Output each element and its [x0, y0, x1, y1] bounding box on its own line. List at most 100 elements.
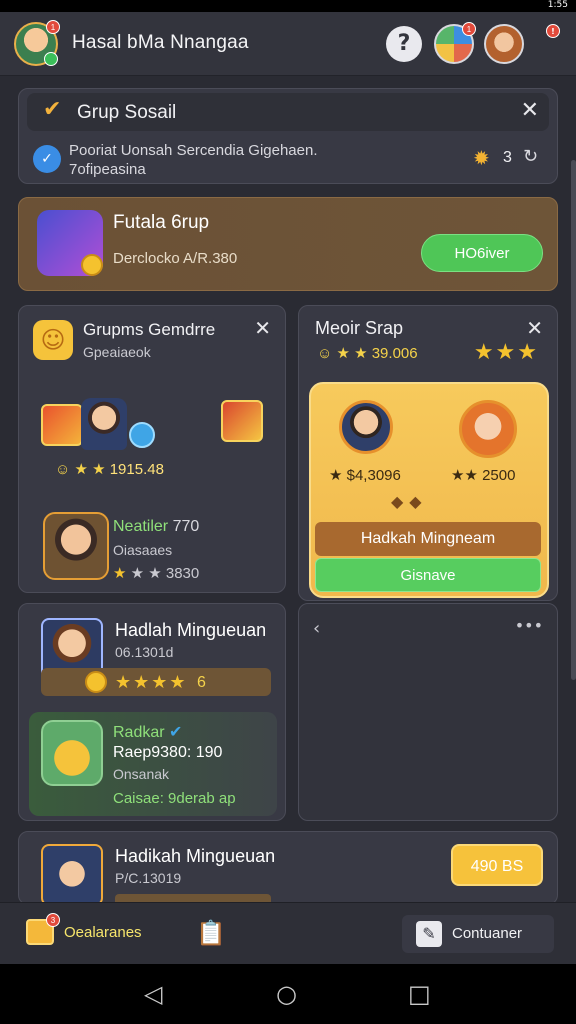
smile-icon: ☺	[33, 320, 73, 360]
chevron-left-icon[interactable]: ‹	[313, 618, 320, 639]
member-avatar[interactable]	[41, 844, 103, 904]
detail-rating-value: 39.006	[371, 345, 418, 362]
apps-badge: 1	[462, 22, 476, 36]
group-count: 3	[503, 149, 512, 166]
coin-icon	[81, 254, 103, 276]
profile-avatar[interactable]	[484, 24, 524, 64]
weekly-member-value: Raep9380: 190	[113, 744, 223, 761]
members-subtitle: Gpeaiaeok	[83, 344, 151, 360]
status-time: 1:55	[547, 0, 568, 10]
reward-panel: ★ $4,3096 ★★ 2500 ◆◆ Hadkah Mingneam Gis…	[309, 382, 549, 598]
scrollbar[interactable]	[571, 160, 576, 680]
verified-icon: ✓	[33, 145, 61, 173]
help-icon[interactable]: ?	[386, 26, 422, 62]
bottom-card-subtitle: P/C.13019	[115, 870, 182, 886]
member-name-text: Neatiler	[113, 518, 169, 535]
more-icon[interactable]: •••	[515, 616, 543, 635]
weekly-member-name-text: Radkar	[113, 724, 165, 741]
member-extra: 770	[172, 518, 200, 535]
detail-title: Meoir Srap	[315, 318, 404, 338]
reward-value-right-text: 2500	[482, 467, 516, 484]
close-icon[interactable]: ✕	[254, 316, 271, 340]
close-icon[interactable]: ✕	[526, 316, 543, 340]
member-avatar[interactable]	[43, 512, 109, 580]
recents-icon[interactable]: □	[408, 980, 431, 1008]
reward-value-right: ★★ 2500	[451, 467, 516, 484]
coin-icon	[85, 671, 107, 693]
star-icons: ★★★	[473, 340, 539, 365]
alert-badge: !	[546, 24, 560, 38]
edit-icon: ✎	[416, 921, 442, 947]
weekly-reward-card: Hadlah Mingueuan 06.1301d ★★★★ 6 Radkar …	[18, 603, 286, 821]
member-name[interactable]: Neatiler 770	[113, 518, 199, 536]
bottom-card-title: Hadikah Mingueuan	[115, 846, 276, 866]
online-indicator	[44, 52, 58, 66]
avatar-badge: 1	[46, 20, 60, 34]
member-rating-value: 3830	[165, 565, 200, 582]
member-avatar[interactable]	[459, 400, 517, 458]
featured-group-card[interactable]: Futala 6rup Derclocko A/R.380 HO6iver	[18, 197, 558, 291]
member-rating: ★ ★ ★ 3830	[113, 565, 200, 582]
weekly-member-sub: Onsanak	[113, 766, 170, 782]
verified-icon: ✔	[169, 724, 183, 741]
group-card-header: ✔ Grup Sosail ✕	[27, 93, 549, 131]
bot-avatar	[41, 720, 103, 786]
gift-badge: 3	[46, 913, 60, 927]
gift-icon[interactable]: 3	[26, 913, 60, 945]
clipboard-icon[interactable]: 📋	[196, 919, 226, 947]
app-header: 1 Hasal bMa Nnangaa ? 1 !	[0, 12, 576, 76]
weekly-member-row[interactable]: Radkar ✔ Raep9380: 190 Onsanak Caisae: 9…	[29, 712, 277, 816]
close-icon[interactable]: ✕	[521, 98, 539, 123]
member-avatar[interactable]	[81, 398, 127, 450]
group-card: ✔ Grup Sosail ✕ ✓ Pooriat Uonsah Sercend…	[18, 88, 558, 184]
reward-label-bar: Hadkah Mingneam	[315, 522, 541, 556]
system-nav-bar: ◁ ○ □	[0, 964, 576, 1024]
member-avatar[interactable]	[339, 400, 393, 454]
weekly-stars-value: 6	[197, 674, 206, 691]
group-description: Pooriat Uonsah Sercendia Gigehaen. 7ofip…	[69, 141, 318, 179]
apps-grid-icon[interactable]: 1	[434, 22, 476, 64]
gift-icon	[41, 404, 83, 446]
refresh-icon[interactable]: ↻	[523, 146, 538, 167]
weekly-member-name: Radkar ✔	[113, 722, 182, 742]
reward-button[interactable]: Gisnave	[315, 558, 541, 592]
weekly-subtitle: 06.1301d	[115, 644, 174, 660]
detail-rating: ☺ ★ ★ 39.006	[317, 345, 418, 362]
bottom-nav: 3 Oealaranes 📋 ✎ Contuaner	[0, 902, 576, 964]
featured-action-button[interactable]: HO6iver	[421, 234, 543, 272]
bottom-reward-card: Hadikah Mingueuan P/C.13019 490 BS	[18, 831, 558, 905]
featured-subtitle: Derclocko A/R.380	[113, 250, 238, 267]
orb-icon	[129, 422, 155, 448]
member-subtitle: Oiasaaes	[113, 542, 173, 558]
weekly-title: Hadlah Mingueuan	[115, 620, 267, 640]
nav-right-label: Contuaner	[452, 925, 523, 942]
gear-icon[interactable]: ✹	[473, 146, 490, 170]
back-icon[interactable]: ◁	[144, 980, 162, 1008]
star-icons: ★★★★	[115, 672, 188, 693]
featured-title: Futala 6rup	[113, 212, 210, 233]
members-rating: ☺ ★ ★ 1915.48	[55, 461, 164, 478]
group-description-line1: Pooriat Uonsah Sercendia Gigehaen.	[69, 142, 318, 159]
members-title: Grupms Gemdrre	[83, 320, 216, 339]
diamond-icons: ◆◆	[391, 492, 428, 511]
nav-left-label[interactable]: Oealaranes	[64, 924, 142, 941]
bottom-card-button[interactable]: 490 BS	[451, 844, 543, 886]
user-avatar[interactable]: 1	[14, 20, 60, 66]
alert-icon[interactable]: !	[532, 24, 560, 60]
reward-value-left: ★ $4,3096	[329, 467, 401, 484]
status-bar: 1:55	[0, 0, 576, 12]
members-rating-value: 1915.48	[109, 461, 164, 478]
group-title: Grup Sosail	[77, 102, 177, 123]
group-members-card: ☺ Grupms Gemdrre Gpeaiaeok ✕ ☺ ★ ★ 1915.…	[18, 305, 286, 593]
home-icon[interactable]: ○	[276, 980, 297, 1008]
reward-value-left-text: $4,3096	[346, 467, 401, 484]
group-detail-card: Meoir Srap ✕ ☺ ★ ★ 39.006 ★★★ ★ $4,3096 …	[298, 305, 558, 601]
app-title: Hasal bMa Nnangaa	[72, 32, 249, 53]
gift-row	[41, 394, 265, 456]
check-icon: ✔	[43, 97, 62, 122]
gift-icon	[221, 400, 263, 442]
group-description-line2: 7ofipeasina	[69, 161, 146, 178]
empty-panel: ‹ •••	[298, 603, 558, 821]
nav-right-button[interactable]: ✎ Contuaner	[402, 915, 554, 953]
weekly-member-category: Caisae: 9derab ap	[113, 790, 236, 807]
